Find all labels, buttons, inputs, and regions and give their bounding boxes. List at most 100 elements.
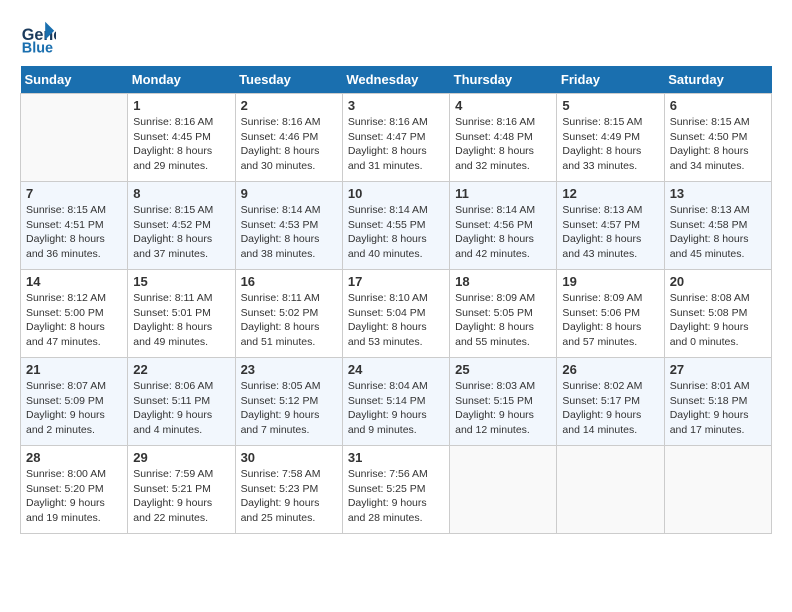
calendar-cell: 5 Sunrise: 8:15 AMSunset: 4:49 PMDaylight…	[557, 94, 664, 182]
day-info: Sunrise: 8:16 AMSunset: 4:45 PMDaylight:…	[133, 115, 229, 174]
day-info: Sunrise: 8:13 AMSunset: 4:58 PMDaylight:…	[670, 203, 766, 262]
calendar-cell	[450, 446, 557, 534]
calendar-cell: 27 Sunrise: 8:01 AMSunset: 5:18 PMDayligh…	[664, 358, 771, 446]
day-info: Sunrise: 8:15 AMSunset: 4:50 PMDaylight:…	[670, 115, 766, 174]
day-number: 2	[241, 98, 337, 113]
day-info: Sunrise: 8:05 AMSunset: 5:12 PMDaylight:…	[241, 379, 337, 438]
calendar-cell: 10Sunrise: 8:14 AMSunset: 4:55 PMDayligh…	[342, 182, 449, 270]
day-info: Sunrise: 8:16 AMSunset: 4:46 PMDaylight:…	[241, 115, 337, 174]
day-number: 30	[241, 450, 337, 465]
calendar-cell: 16 Sunrise: 8:11 AMSunset: 5:02 PMDayligh…	[235, 270, 342, 358]
calendar-cell	[664, 446, 771, 534]
calendar-week-row: 28Sunrise: 8:00 AMSunset: 5:20 PMDayligh…	[21, 446, 772, 534]
weekday-header-friday: Friday	[557, 66, 664, 94]
weekday-header-row: SundayMondayTuesdayWednesdayThursdayFrid…	[21, 66, 772, 94]
day-info: Sunrise: 7:59 AMSunset: 5:21 PMDaylight:…	[133, 467, 229, 526]
calendar-week-row: 21 Sunrise: 8:07 AMSunset: 5:09 PMDayligh…	[21, 358, 772, 446]
day-info: Sunrise: 8:11 AMSunset: 5:02 PMDaylight:…	[241, 291, 337, 350]
day-info: Sunrise: 8:11 AMSunset: 5:01 PMDaylight:…	[133, 291, 229, 350]
calendar-cell: 6 Sunrise: 8:15 AMSunset: 4:50 PMDaylight…	[664, 94, 771, 182]
day-number: 5	[562, 98, 658, 113]
calendar-cell: 9 Sunrise: 8:14 AMSunset: 4:53 PMDaylight…	[235, 182, 342, 270]
calendar-cell: 11 Sunrise: 8:14 AMSunset: 4:56 PMDayligh…	[450, 182, 557, 270]
weekday-header-tuesday: Tuesday	[235, 66, 342, 94]
calendar-cell: 13Sunrise: 8:13 AMSunset: 4:58 PMDayligh…	[664, 182, 771, 270]
calendar-cell: 30 Sunrise: 7:58 AMSunset: 5:23 PMDayligh…	[235, 446, 342, 534]
weekday-header-wednesday: Wednesday	[342, 66, 449, 94]
calendar-cell: 4 Sunrise: 8:16 AMSunset: 4:48 PMDaylight…	[450, 94, 557, 182]
day-info: Sunrise: 8:06 AMSunset: 5:11 PMDaylight:…	[133, 379, 229, 438]
day-info: Sunrise: 8:04 AMSunset: 5:14 PMDaylight:…	[348, 379, 444, 438]
calendar-cell: 26Sunrise: 8:02 AMSunset: 5:17 PMDayligh…	[557, 358, 664, 446]
day-info: Sunrise: 8:16 AMSunset: 4:48 PMDaylight:…	[455, 115, 551, 174]
calendar-cell	[557, 446, 664, 534]
day-number: 22	[133, 362, 229, 377]
day-info: Sunrise: 8:15 AMSunset: 4:52 PMDaylight:…	[133, 203, 229, 262]
calendar-cell: 1 Sunrise: 8:16 AMSunset: 4:45 PMDaylight…	[128, 94, 235, 182]
day-number: 1	[133, 98, 229, 113]
day-number: 9	[241, 186, 337, 201]
calendar-cell: 24 Sunrise: 8:04 AMSunset: 5:14 PMDayligh…	[342, 358, 449, 446]
calendar-cell: 20 Sunrise: 8:08 AMSunset: 5:08 PMDayligh…	[664, 270, 771, 358]
day-info: Sunrise: 8:14 AMSunset: 4:56 PMDaylight:…	[455, 203, 551, 262]
day-info: Sunrise: 7:58 AMSunset: 5:23 PMDaylight:…	[241, 467, 337, 526]
day-number: 15	[133, 274, 229, 289]
logo-icon: General Blue	[20, 20, 56, 56]
day-number: 6	[670, 98, 766, 113]
day-number: 25	[455, 362, 551, 377]
calendar-cell: 15 Sunrise: 8:11 AMSunset: 5:01 PMDayligh…	[128, 270, 235, 358]
day-info: Sunrise: 8:15 AMSunset: 4:51 PMDaylight:…	[26, 203, 122, 262]
day-number: 29	[133, 450, 229, 465]
page-header: General Blue	[20, 20, 772, 56]
day-info: Sunrise: 8:07 AMSunset: 5:09 PMDaylight:…	[26, 379, 122, 438]
day-info: Sunrise: 8:03 AMSunset: 5:15 PMDaylight:…	[455, 379, 551, 438]
day-number: 23	[241, 362, 337, 377]
day-number: 31	[348, 450, 444, 465]
calendar-cell: 22 Sunrise: 8:06 AMSunset: 5:11 PMDayligh…	[128, 358, 235, 446]
day-info: Sunrise: 8:13 AMSunset: 4:57 PMDaylight:…	[562, 203, 658, 262]
calendar-cell: 23 Sunrise: 8:05 AMSunset: 5:12 PMDayligh…	[235, 358, 342, 446]
day-info: Sunrise: 7:56 AMSunset: 5:25 PMDaylight:…	[348, 467, 444, 526]
day-info: Sunrise: 8:01 AMSunset: 5:18 PMDaylight:…	[670, 379, 766, 438]
day-info: Sunrise: 8:14 AMSunset: 4:55 PMDaylight:…	[348, 203, 444, 262]
calendar-week-row: 1 Sunrise: 8:16 AMSunset: 4:45 PMDaylight…	[21, 94, 772, 182]
calendar-cell: 12Sunrise: 8:13 AMSunset: 4:57 PMDayligh…	[557, 182, 664, 270]
weekday-header-monday: Monday	[128, 66, 235, 94]
day-info: Sunrise: 8:08 AMSunset: 5:08 PMDaylight:…	[670, 291, 766, 350]
day-number: 18	[455, 274, 551, 289]
day-info: Sunrise: 8:15 AMSunset: 4:49 PMDaylight:…	[562, 115, 658, 174]
day-number: 16	[241, 274, 337, 289]
day-number: 8	[133, 186, 229, 201]
calendar-cell: 18 Sunrise: 8:09 AMSunset: 5:05 PMDayligh…	[450, 270, 557, 358]
calendar-cell: 14Sunrise: 8:12 AMSunset: 5:00 PMDayligh…	[21, 270, 128, 358]
day-info: Sunrise: 8:00 AMSunset: 5:20 PMDaylight:…	[26, 467, 122, 526]
day-info: Sunrise: 8:09 AMSunset: 5:05 PMDaylight:…	[455, 291, 551, 350]
day-info: Sunrise: 8:02 AMSunset: 5:17 PMDaylight:…	[562, 379, 658, 438]
calendar-week-row: 7 Sunrise: 8:15 AMSunset: 4:51 PMDaylight…	[21, 182, 772, 270]
day-number: 17	[348, 274, 444, 289]
svg-text:Blue: Blue	[22, 40, 53, 56]
day-number: 7	[26, 186, 122, 201]
calendar-cell: 19Sunrise: 8:09 AMSunset: 5:06 PMDayligh…	[557, 270, 664, 358]
calendar-cell: 25 Sunrise: 8:03 AMSunset: 5:15 PMDayligh…	[450, 358, 557, 446]
calendar-cell: 21 Sunrise: 8:07 AMSunset: 5:09 PMDayligh…	[21, 358, 128, 446]
day-number: 27	[670, 362, 766, 377]
weekday-header-sunday: Sunday	[21, 66, 128, 94]
calendar-cell: 2 Sunrise: 8:16 AMSunset: 4:46 PMDaylight…	[235, 94, 342, 182]
day-number: 20	[670, 274, 766, 289]
weekday-header-thursday: Thursday	[450, 66, 557, 94]
day-number: 4	[455, 98, 551, 113]
day-info: Sunrise: 8:16 AMSunset: 4:47 PMDaylight:…	[348, 115, 444, 174]
day-number: 14	[26, 274, 122, 289]
day-number: 21	[26, 362, 122, 377]
day-number: 24	[348, 362, 444, 377]
day-info: Sunrise: 8:09 AMSunset: 5:06 PMDaylight:…	[562, 291, 658, 350]
day-number: 3	[348, 98, 444, 113]
calendar-cell: 31 Sunrise: 7:56 AMSunset: 5:25 PMDayligh…	[342, 446, 449, 534]
calendar-cell: 29 Sunrise: 7:59 AMSunset: 5:21 PMDayligh…	[128, 446, 235, 534]
logo: General Blue	[20, 20, 60, 56]
day-info: Sunrise: 8:14 AMSunset: 4:53 PMDaylight:…	[241, 203, 337, 262]
calendar-cell: 17Sunrise: 8:10 AMSunset: 5:04 PMDayligh…	[342, 270, 449, 358]
day-number: 11	[455, 186, 551, 201]
calendar-cell: 7 Sunrise: 8:15 AMSunset: 4:51 PMDaylight…	[21, 182, 128, 270]
